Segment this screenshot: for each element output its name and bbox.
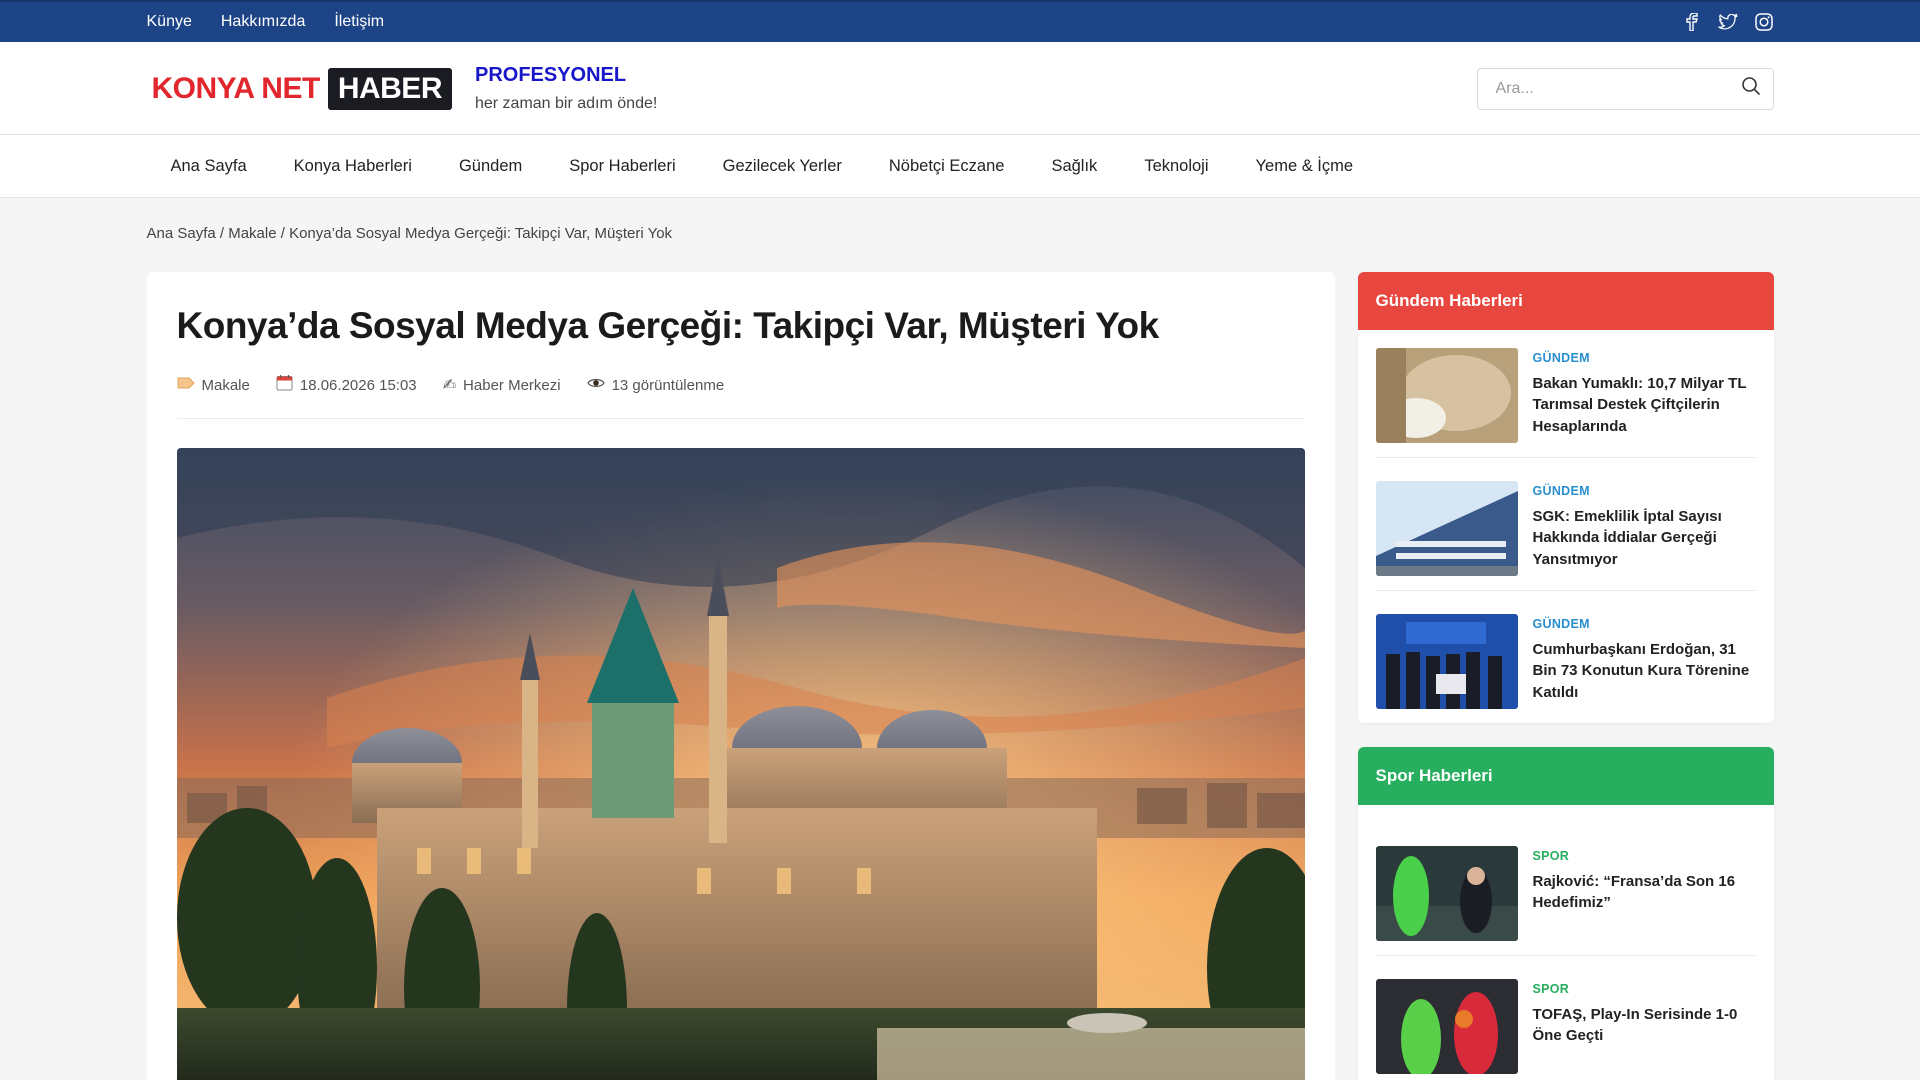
nav-nobetci-eczane[interactable]: Nöbetçi Eczane <box>889 157 1005 176</box>
content-area: Konya’da Sosyal Medya Gerçeği: Takipçi V… <box>146 272 1774 1080</box>
article: Konya’da Sosyal Medya Gerçeği: Takipçi V… <box>146 272 1335 1080</box>
sidebar: Gündem Haberleri GÜNDEM Bakan Yumaklı: 1… <box>1357 272 1774 1080</box>
spor-widget: Spor Haberleri SPOR Rajković: “Fransa’da… <box>1357 747 1774 1080</box>
search-input[interactable] <box>1495 79 1716 98</box>
search-icon[interactable] <box>1741 76 1761 101</box>
news-title[interactable]: Cumhurbaşkanı Erdoğan, 31 Bin 73 Konutun… <box>1533 639 1756 703</box>
meta-date-label: 18.06.2026 15:03 <box>299 376 417 394</box>
news-category: GÜNDEM <box>1532 484 1590 498</box>
tag-icon <box>177 376 195 394</box>
slogan-title: PROFESYONEL <box>474 64 627 86</box>
news-category: GÜNDEM <box>1532 617 1590 631</box>
brand: KONYA NET HABER PROFESYONEL her zaman bi… <box>147 64 658 113</box>
meta-author-label: Haber Merkezi <box>463 376 561 394</box>
logo-text-black: HABER <box>327 67 452 110</box>
meta-category[interactable]: Makale <box>177 374 250 396</box>
calendar-icon <box>276 374 293 396</box>
list-item[interactable]: SPOR TOFAŞ, Play-In Serisinde 1-0 Öne Ge… <box>1375 956 1756 1080</box>
site-header: KONYA NET HABER PROFESYONEL her zaman bi… <box>0 42 1920 135</box>
site-logo[interactable]: KONYA NET HABER <box>147 67 452 110</box>
search-box <box>1476 67 1774 110</box>
nav-gundem[interactable]: Gündem <box>459 157 522 176</box>
eye-icon <box>586 376 605 394</box>
top-link-iletisim[interactable]: İletişim <box>334 13 384 31</box>
news-thumbnail[interactable] <box>1375 348 1518 443</box>
instagram-icon[interactable] <box>1754 12 1774 32</box>
news-title[interactable]: Rajković: “Fransa’da Son 16 Hedefimiz” <box>1533 871 1756 914</box>
writing-hand-icon: ✍ <box>442 377 457 395</box>
news-category: SPOR <box>1532 849 1570 863</box>
logo-text-red: KONYA NET <box>151 71 321 105</box>
meta-views: 13 görüntülenme <box>586 374 725 396</box>
article-hero-image <box>176 448 1305 1080</box>
nav-konya-haberleri[interactable]: Konya Haberleri <box>294 157 412 176</box>
article-title: Konya’da Sosyal Medya Gerçeği: Takipçi V… <box>176 305 1160 346</box>
meta-author: ✍ Haber Merkezi <box>443 374 561 396</box>
list-item[interactable]: GÜNDEM SGK: Emeklilik İptal Sayısı Hakkı… <box>1375 458 1756 591</box>
article-meta: Makale 18.06.2026 15:03 ✍ Haber Merkezi … <box>176 374 1305 420</box>
nav-ana-sayfa[interactable]: Ana Sayfa <box>171 157 247 176</box>
news-thumbnail[interactable] <box>1375 979 1518 1074</box>
meta-views-label: 13 görüntülenme <box>611 376 725 394</box>
slogan: PROFESYONEL her zaman bir adım önde! <box>475 64 657 113</box>
news-category: GÜNDEM <box>1532 351 1590 365</box>
social-links <box>1682 12 1774 32</box>
news-thumbnail[interactable] <box>1375 846 1518 941</box>
gundem-widget-title[interactable]: Gündem Haberleri <box>1357 272 1774 330</box>
list-item[interactable]: GÜNDEM Bakan Yumaklı: 10,7 Milyar TL Tar… <box>1375 348 1756 458</box>
news-title[interactable]: SGK: Emeklilik İptal Sayısı Hakkında İdd… <box>1533 506 1756 570</box>
list-item[interactable]: SPOR Rajković: “Fransa’da Son 16 Hedefim… <box>1375 823 1756 956</box>
breadcrumb[interactable]: Ana Sayfa / Makale / Konya’da Sosyal Med… <box>147 198 1774 272</box>
top-link-kunye[interactable]: Künye <box>147 13 192 31</box>
main-nav: Ana Sayfa Konya Haberleri Gündem Spor Ha… <box>0 135 1920 198</box>
list-item[interactable]: GÜNDEM Cumhurbaşkanı Erdoğan, 31 Bin 73 … <box>1375 591 1756 723</box>
nav-spor-haberleri[interactable]: Spor Haberleri <box>569 157 675 176</box>
meta-category-label: Makale <box>201 376 250 394</box>
nav-yeme-icme[interactable]: Yeme & İçme <box>1256 157 1354 176</box>
meta-date: 18.06.2026 15:03 <box>276 374 417 396</box>
nav-teknoloji[interactable]: Teknoloji <box>1144 157 1208 176</box>
news-category: SPOR <box>1532 982 1570 996</box>
nav-saglik[interactable]: Sağlık <box>1051 157 1097 176</box>
news-thumbnail[interactable] <box>1375 481 1518 576</box>
spor-widget-title[interactable]: Spor Haberleri <box>1357 747 1774 805</box>
facebook-icon[interactable] <box>1682 12 1702 32</box>
top-bar: Künye Hakkımızda İletişim <box>0 0 1920 42</box>
twitter-icon[interactable] <box>1717 12 1738 32</box>
slogan-subtitle: her zaman bir adım önde! <box>474 95 658 112</box>
nav-gezilecek-yerler[interactable]: Gezilecek Yerler <box>723 157 842 176</box>
news-title[interactable]: Bakan Yumaklı: 10,7 Milyar TL Tarımsal D… <box>1533 373 1756 437</box>
news-title[interactable]: TOFAŞ, Play-In Serisinde 1-0 Öne Geçti <box>1533 1004 1756 1047</box>
top-links: Künye Hakkımızda İletişim <box>147 13 385 31</box>
news-thumbnail[interactable] <box>1375 614 1518 709</box>
top-link-hakkimizda[interactable]: Hakkımızda <box>221 13 305 31</box>
gundem-widget: Gündem Haberleri GÜNDEM Bakan Yumaklı: 1… <box>1357 272 1774 723</box>
